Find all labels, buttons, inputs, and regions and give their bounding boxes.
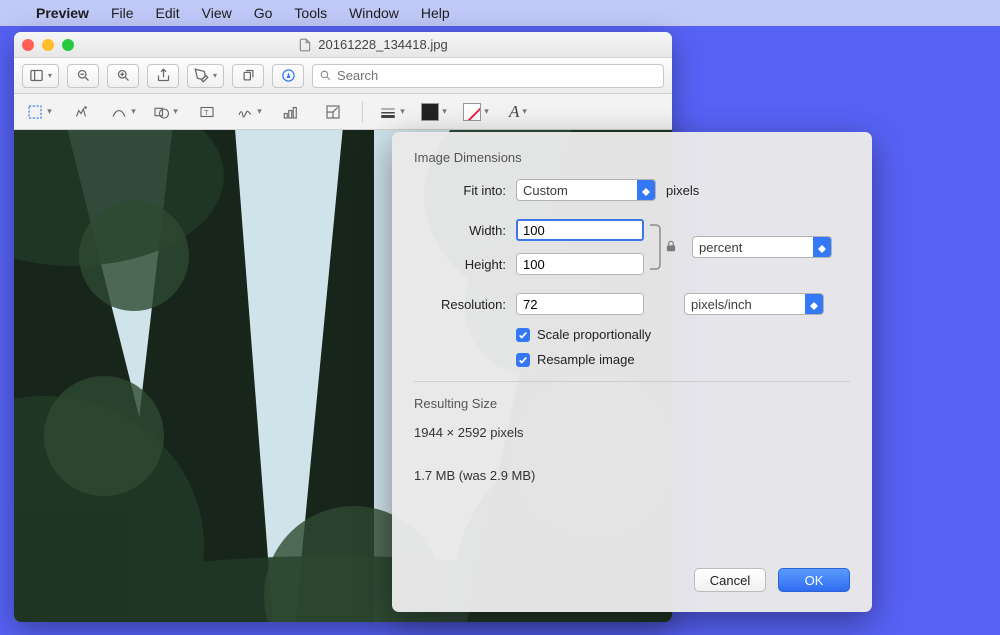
width-label: Width:	[414, 223, 506, 238]
window-title: 20161228_134418.jpg	[82, 37, 664, 52]
instant-alpha-button[interactable]	[64, 99, 98, 125]
adjust-size-dialog: Image Dimensions Fit into: Custom pixels…	[392, 132, 872, 612]
titlebar: 20161228_134418.jpg	[14, 32, 672, 58]
file-icon	[298, 38, 312, 52]
fit-into-label: Fit into:	[414, 183, 506, 198]
search-icon	[319, 69, 332, 82]
scale-proportionally-checkbox[interactable]	[516, 328, 530, 342]
svg-text:T: T	[204, 108, 209, 117]
menu-view[interactable]: View	[202, 5, 232, 21]
menu-app[interactable]: Preview	[36, 5, 89, 21]
sketch-button[interactable]: ▾	[106, 99, 140, 125]
highlight-button[interactable]	[187, 64, 224, 88]
height-label: Height:	[414, 257, 506, 272]
rotate-button[interactable]	[232, 64, 264, 88]
sign-button[interactable]: ▾	[232, 99, 266, 125]
ok-button[interactable]: OK	[778, 568, 850, 592]
close-button[interactable]	[22, 39, 34, 51]
line-style-button[interactable]: ▾	[375, 99, 409, 125]
adjust-size-button[interactable]	[316, 99, 350, 125]
border-color-button[interactable]: ▾	[417, 99, 451, 125]
resample-image-label: Resample image	[537, 352, 635, 367]
dialog-divider	[414, 381, 850, 382]
width-input[interactable]	[516, 219, 644, 241]
fill-color-button[interactable]: ▾	[459, 99, 493, 125]
menu-edit[interactable]: Edit	[156, 5, 180, 21]
resolution-input[interactable]	[516, 293, 644, 315]
main-toolbar	[14, 58, 672, 94]
toolbar-divider	[362, 101, 363, 123]
height-input[interactable]	[516, 253, 644, 275]
menu-help[interactable]: Help	[421, 5, 450, 21]
zoom-in-button[interactable]	[107, 64, 139, 88]
menu-tools[interactable]: Tools	[294, 5, 327, 21]
share-button[interactable]	[147, 64, 179, 88]
resolution-label: Resolution:	[414, 297, 506, 312]
menu-go[interactable]: Go	[254, 5, 273, 21]
system-menubar: Preview File Edit View Go Tools Window H…	[0, 0, 1000, 26]
resulting-size-title: Resulting Size	[414, 396, 850, 411]
text-button[interactable]: T	[190, 99, 224, 125]
shapes-button[interactable]: ▾	[148, 99, 182, 125]
text-style-button[interactable]: A▾	[501, 99, 535, 125]
fit-into-select[interactable]: Custom	[516, 179, 656, 201]
dialog-section-title: Image Dimensions	[414, 150, 850, 165]
size-unit-select[interactable]: percent	[692, 236, 832, 258]
resolution-unit-select[interactable]: pixels/inch	[684, 293, 824, 315]
minimize-button[interactable]	[42, 39, 54, 51]
menu-window[interactable]: Window	[349, 5, 399, 21]
selection-tool-button[interactable]: ▾	[22, 99, 56, 125]
adjust-color-button[interactable]	[274, 99, 308, 125]
markup-toggle-button[interactable]	[272, 64, 304, 88]
fit-into-unit: pixels	[666, 183, 699, 198]
markup-toolbar: ▾ ▾ ▾ T ▾ ▾ ▾ ▾ A▾	[14, 94, 672, 130]
search-input[interactable]	[337, 68, 657, 83]
search-field[interactable]	[312, 64, 664, 88]
cancel-button[interactable]: Cancel	[694, 568, 766, 592]
menu-file[interactable]: File	[111, 5, 134, 21]
resample-image-checkbox[interactable]	[516, 353, 530, 367]
resulting-dims: 1944 × 2592 pixels	[414, 425, 850, 440]
scale-proportionally-label: Scale proportionally	[537, 327, 651, 342]
zoom-out-button[interactable]	[67, 64, 99, 88]
lock-icon[interactable]	[664, 238, 678, 257]
sidebar-button[interactable]	[22, 64, 59, 88]
traffic-lights	[22, 39, 74, 51]
zoom-button[interactable]	[62, 39, 74, 51]
resulting-filesize: 1.7 MB (was 2.9 MB)	[414, 468, 850, 483]
